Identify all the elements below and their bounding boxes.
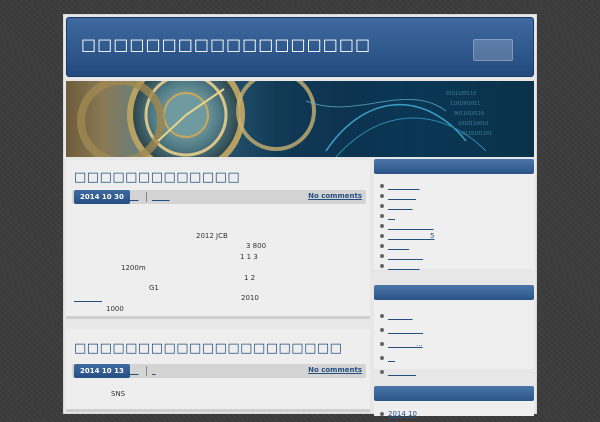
bullet-icon <box>380 328 384 332</box>
header-banner-image: 0101100110 1101001011 0011010110 1010110… <box>66 81 534 157</box>
bullet-icon <box>380 184 384 188</box>
post-text-link[interactable]: ________ <box>74 294 102 302</box>
list-item[interactable]: __________ <box>380 326 423 334</box>
bullet-icon <box>380 412 384 416</box>
post-text: G1 <box>149 284 159 292</box>
bullet-icon <box>380 214 384 218</box>
post-category-link[interactable]: ___ <box>128 367 139 375</box>
post-text: 2010 <box>241 294 259 302</box>
post-category-link[interactable]: ___ <box>128 193 139 201</box>
widget-archives: 2014 10 <box>374 386 534 418</box>
bullet-icon <box>380 342 384 346</box>
list-item[interactable]: 2014 10 <box>380 410 417 418</box>
svg-text:0110101101: 0110101101 <box>462 131 492 137</box>
meta-separator <box>146 192 147 202</box>
site-title[interactable]: □□□□□□□□□□□□□□□□□□ <box>81 35 371 54</box>
list-item[interactable]: _________ <box>380 262 420 270</box>
svg-text:0011010110: 0011010110 <box>454 111 484 117</box>
post-text: SNS <box>111 390 126 398</box>
svg-text:1101001011: 1101001011 <box>450 101 480 107</box>
post-text: 3 800 <box>246 242 267 250</box>
post-text: 2012 JCB <box>196 232 228 240</box>
post-date: 2014 10 13 <box>74 364 130 378</box>
list-item[interactable]: _______ <box>380 312 413 320</box>
post-comments-link[interactable]: No comments <box>308 366 362 374</box>
post-text: 1000 <box>106 305 124 313</box>
site-header: □□□□□□□□□□□□□□□□□□ <box>66 17 534 77</box>
bullet-icon <box>380 370 384 374</box>
bullet-icon <box>380 314 384 318</box>
list-item[interactable]: __ <box>380 212 395 220</box>
list-item[interactable]: __ <box>380 354 395 362</box>
post-meta-bar: 2014 10 13 ___ _ No comments <box>72 364 366 378</box>
post-meta-bar: 2014 10 30 ___ _____ No comments <box>72 190 366 204</box>
list-item[interactable]: ____________5 <box>380 232 434 240</box>
post-text: 1200m <box>121 264 146 272</box>
list-item[interactable]: ________... <box>380 340 423 348</box>
post-title[interactable]: □□□□□□□□□□□□□ <box>74 170 240 185</box>
list-item[interactable]: ________ <box>380 368 416 376</box>
bullet-icon <box>380 264 384 268</box>
widget-title-bar <box>374 159 534 174</box>
post-text: 1 2 <box>244 274 256 282</box>
list-item[interactable]: _________ <box>380 182 420 190</box>
widget-title-bar <box>374 285 534 300</box>
svg-text:0101100110: 0101100110 <box>446 91 476 97</box>
banner-artwork: 0101100110 1101001011 0011010110 1010110… <box>77 81 492 157</box>
widget-categories: _______ __________ ________... __ ______… <box>374 285 534 376</box>
widget-recent-posts: _________ ________ _______ __ __________… <box>374 159 534 270</box>
list-item[interactable]: _______ <box>380 202 413 210</box>
svg-text:1010110010: 1010110010 <box>458 121 488 127</box>
meta-separator <box>146 366 147 376</box>
bullet-icon <box>380 234 384 238</box>
bullet-icon <box>380 244 384 248</box>
list-item[interactable]: __________ <box>380 252 423 260</box>
list-item[interactable]: ________ <box>380 192 416 200</box>
bullet-icon <box>380 224 384 228</box>
widget-title-bar <box>374 386 534 401</box>
list-item[interactable]: ______ <box>380 242 409 250</box>
bullet-icon <box>380 254 384 258</box>
post-date: 2014 10 30 <box>74 190 130 204</box>
bullet-icon <box>380 194 384 198</box>
post-comments-link[interactable]: No comments <box>308 192 362 200</box>
main-content: □□□□□□□□□□□□□ 2014 10 30 ___ _____ No co… <box>66 160 370 422</box>
post-title[interactable]: □□□□□□□□□□□□□□□□□□□□□ <box>74 341 342 356</box>
post: □□□□□□□□□□□□□ 2014 10 30 ___ _____ No co… <box>66 160 370 319</box>
post-text: 1 1 3 <box>240 253 258 261</box>
bullet-icon <box>380 204 384 208</box>
page-container: □□□□□□□□□□□□□□□□□□ 0101100110 1101001011… <box>63 14 537 418</box>
post-tags-link[interactable]: _____ <box>152 193 170 201</box>
search-box[interactable] <box>473 39 513 61</box>
bullet-icon <box>380 356 384 360</box>
post-tags-link[interactable]: _ <box>152 367 156 375</box>
list-item[interactable]: _____________ <box>380 222 434 230</box>
